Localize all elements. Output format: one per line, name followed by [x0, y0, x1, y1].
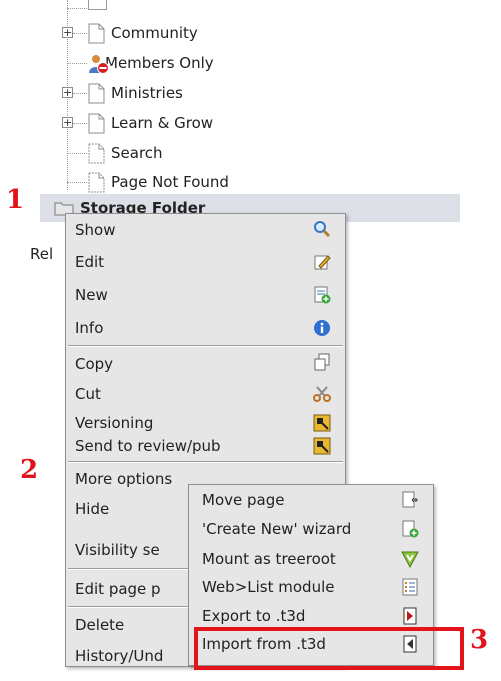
page-icon [88, 113, 105, 134]
menu-item-label: Visibility se [75, 541, 160, 559]
tree-item-search[interactable]: Search [88, 140, 163, 166]
menu-item-label: Send to review/pub [75, 437, 221, 455]
menu-item-label: Delete [75, 616, 125, 634]
submenu-item-mount-as-treeroot[interactable]: Mount as treeroot [189, 545, 433, 573]
versioning-icon [313, 414, 331, 432]
menu-item-info[interactable]: Info [66, 314, 345, 342]
submenu-item-export-t3d[interactable]: Export to .t3d [189, 602, 433, 630]
menu-item-label: More options [75, 470, 173, 488]
menu-item-send-to-review[interactable]: Send to review/pub [66, 432, 345, 460]
page-icon [88, 143, 105, 164]
step-marker-1: 1 [6, 185, 25, 215]
review-icon [313, 437, 331, 455]
tree-item-label: Learn & Grow [111, 114, 214, 132]
tree-guide-line [67, 8, 87, 9]
menu-item-label: Edit [75, 253, 105, 271]
page-icon [88, 23, 105, 44]
expand-toggle[interactable]: + [62, 27, 73, 38]
tree-guide-line [73, 123, 87, 124]
tree-item-label: Members Only [105, 54, 214, 72]
tree-item-label: Search [111, 144, 163, 162]
menu-item-copy[interactable]: Copy [66, 350, 345, 378]
menu-item-edit[interactable]: Edit [66, 248, 345, 276]
scissors-icon [313, 385, 331, 403]
move-page-icon [401, 491, 419, 509]
tree-item-label: Page Not Found [111, 173, 229, 191]
menu-item-cut[interactable]: Cut [66, 380, 345, 408]
tree-item-label: Community [111, 24, 198, 42]
submenu-item-web-list-module[interactable]: Web>List module [189, 573, 433, 601]
mount-icon [401, 550, 419, 569]
info-icon [313, 319, 331, 337]
expand-toggle[interactable]: + [62, 87, 73, 98]
menu-item-label: Mount as treeroot [202, 550, 336, 568]
menu-separator [68, 461, 343, 463]
wizard-icon [401, 520, 419, 538]
expand-toggle[interactable]: + [62, 117, 73, 128]
step-marker-3: 3 [470, 625, 489, 655]
tree-item-ministries[interactable]: Ministries [88, 80, 183, 106]
menu-item-label: Export to .t3d [202, 607, 306, 625]
tree-item-members-only[interactable]: Members Only [88, 50, 214, 76]
tree-item-community[interactable]: Community [88, 20, 198, 46]
page-icon [88, 83, 105, 104]
menu-item-label: Cut [75, 385, 101, 403]
menu-item-label: New [75, 286, 108, 304]
members-page-icon [88, 53, 109, 74]
menu-item-label: Copy [75, 355, 114, 373]
menu-separator [68, 345, 343, 347]
menu-item-label: Hide [75, 500, 110, 518]
tree-guide-line [67, 153, 87, 154]
step-marker-2: 2 [20, 455, 39, 485]
page-icon [88, 172, 105, 193]
page-icon [88, 0, 107, 10]
menu-item-label: Info [75, 319, 104, 337]
export-icon [401, 607, 419, 625]
tree-guide-line [73, 93, 87, 94]
list-module-icon [401, 578, 419, 596]
highlight-box-import [194, 627, 464, 670]
menu-item-label: 'Create New' wizard [202, 520, 352, 538]
menu-item-label: Web>List module [202, 578, 335, 596]
tree-guide-line [67, 63, 87, 64]
submenu-item-create-new-wizard[interactable]: 'Create New' wizard [189, 515, 433, 543]
copy-icon [313, 353, 331, 371]
menu-item-label: History/Und [75, 647, 164, 665]
tree-item-label: Ministries [111, 84, 183, 102]
magnifier-icon [313, 220, 331, 238]
menu-item-label: Move page [202, 491, 285, 509]
tree-guide-line [67, 182, 87, 183]
menu-item-label: Edit page p [75, 580, 161, 598]
pencil-icon [313, 253, 331, 271]
new-page-icon [313, 286, 331, 304]
menu-item-label: Show [75, 221, 116, 239]
menu-item-label: Versioning [75, 414, 154, 432]
submenu-item-move-page[interactable]: Move page [189, 486, 433, 514]
menu-item-show[interactable]: Show [66, 216, 345, 244]
menu-item-new[interactable]: New [66, 281, 345, 309]
tree-item-learn-grow[interactable]: Learn & Grow [88, 110, 213, 136]
tree-item-page-not-found[interactable]: Page Not Found [88, 169, 229, 195]
partial-label: Rel [30, 245, 54, 263]
tree-guide-line [73, 33, 87, 34]
